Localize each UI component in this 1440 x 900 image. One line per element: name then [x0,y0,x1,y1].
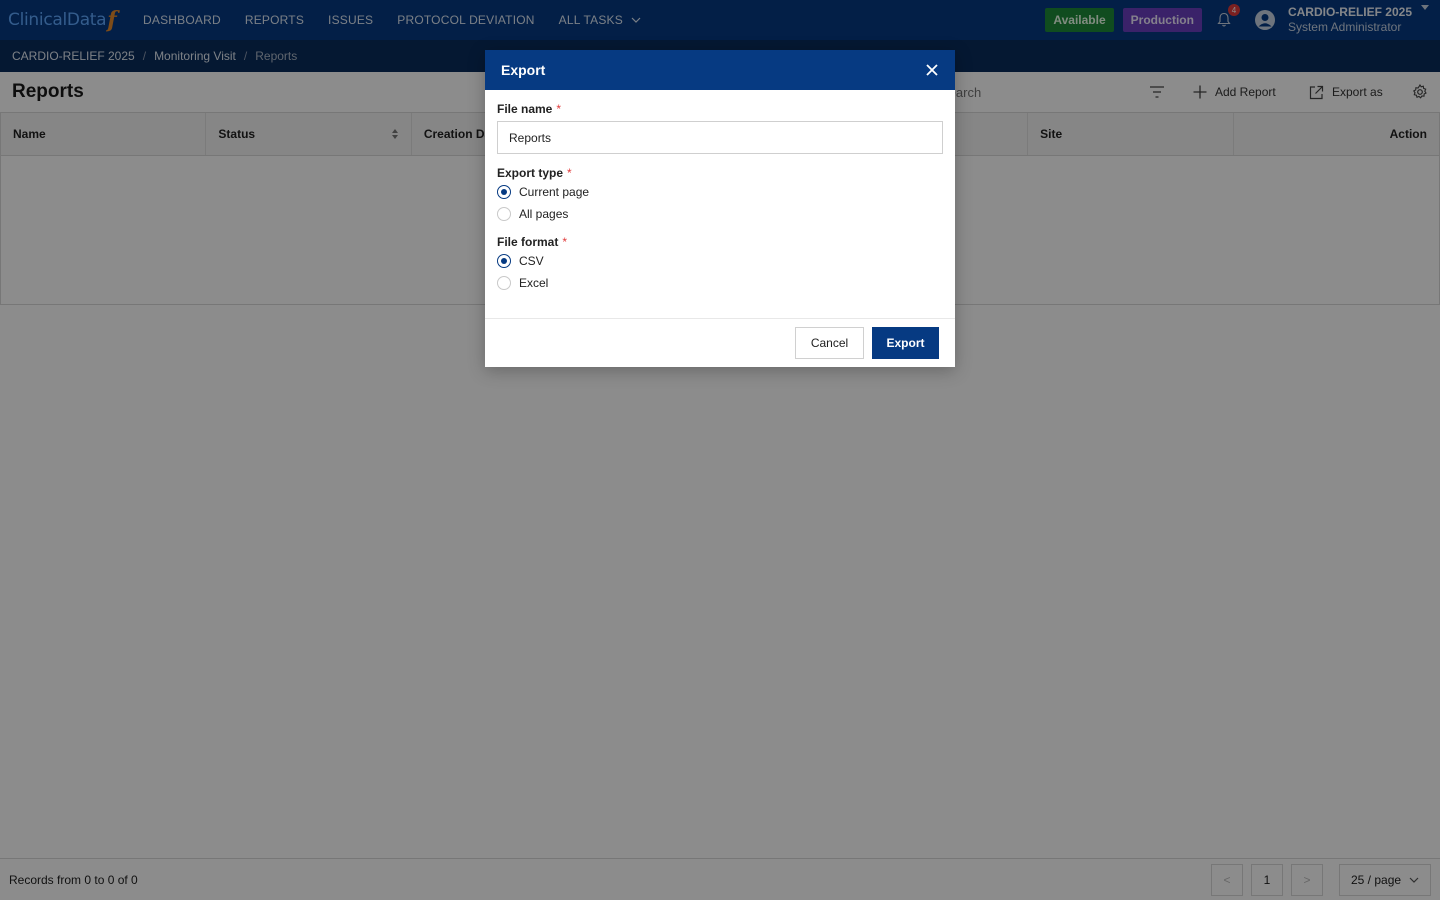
export-type-all-pages[interactable]: All pages [497,203,943,225]
label-text: File name [497,102,553,116]
radio-label: Current page [519,185,590,199]
required-mark: * [567,166,572,180]
label-text: File format [497,235,559,249]
file-format-csv[interactable]: CSV [497,250,943,272]
radio-button[interactable] [497,185,511,199]
dialog-body: File name* Export type* Current page All… [485,90,955,294]
radio-button[interactable] [497,207,511,221]
file-name-label: File name * [497,102,943,117]
file-format-excel[interactable]: Excel [497,272,943,294]
radio-label: All pages [519,207,569,221]
cancel-button[interactable]: Cancel [795,327,864,359]
dialog-title: Export [501,62,546,78]
radio-label: Excel [519,276,549,290]
dialog-footer: Cancel Export [485,318,955,367]
file-format-label: File format * [497,235,943,250]
label-text: Export type [497,166,564,180]
radio-button[interactable] [497,276,511,290]
export-button[interactable]: Export [872,327,939,359]
close-icon[interactable] [923,61,941,79]
dialog-header: Export [485,50,955,90]
required-mark: * [562,235,568,249]
export-dialog: Export File name* Export type* Current p… [485,50,955,367]
radio-button[interactable] [497,254,511,268]
required-mark: * [556,102,562,116]
radio-label: CSV [519,254,544,268]
export-type-radio-group: Current page All pages [497,181,943,225]
file-format-radio-group: CSV Excel [497,250,943,294]
export-type-label: Export type * [497,166,943,181]
file-name-input[interactable] [497,121,943,154]
export-type-current-page[interactable]: Current page [497,181,943,203]
